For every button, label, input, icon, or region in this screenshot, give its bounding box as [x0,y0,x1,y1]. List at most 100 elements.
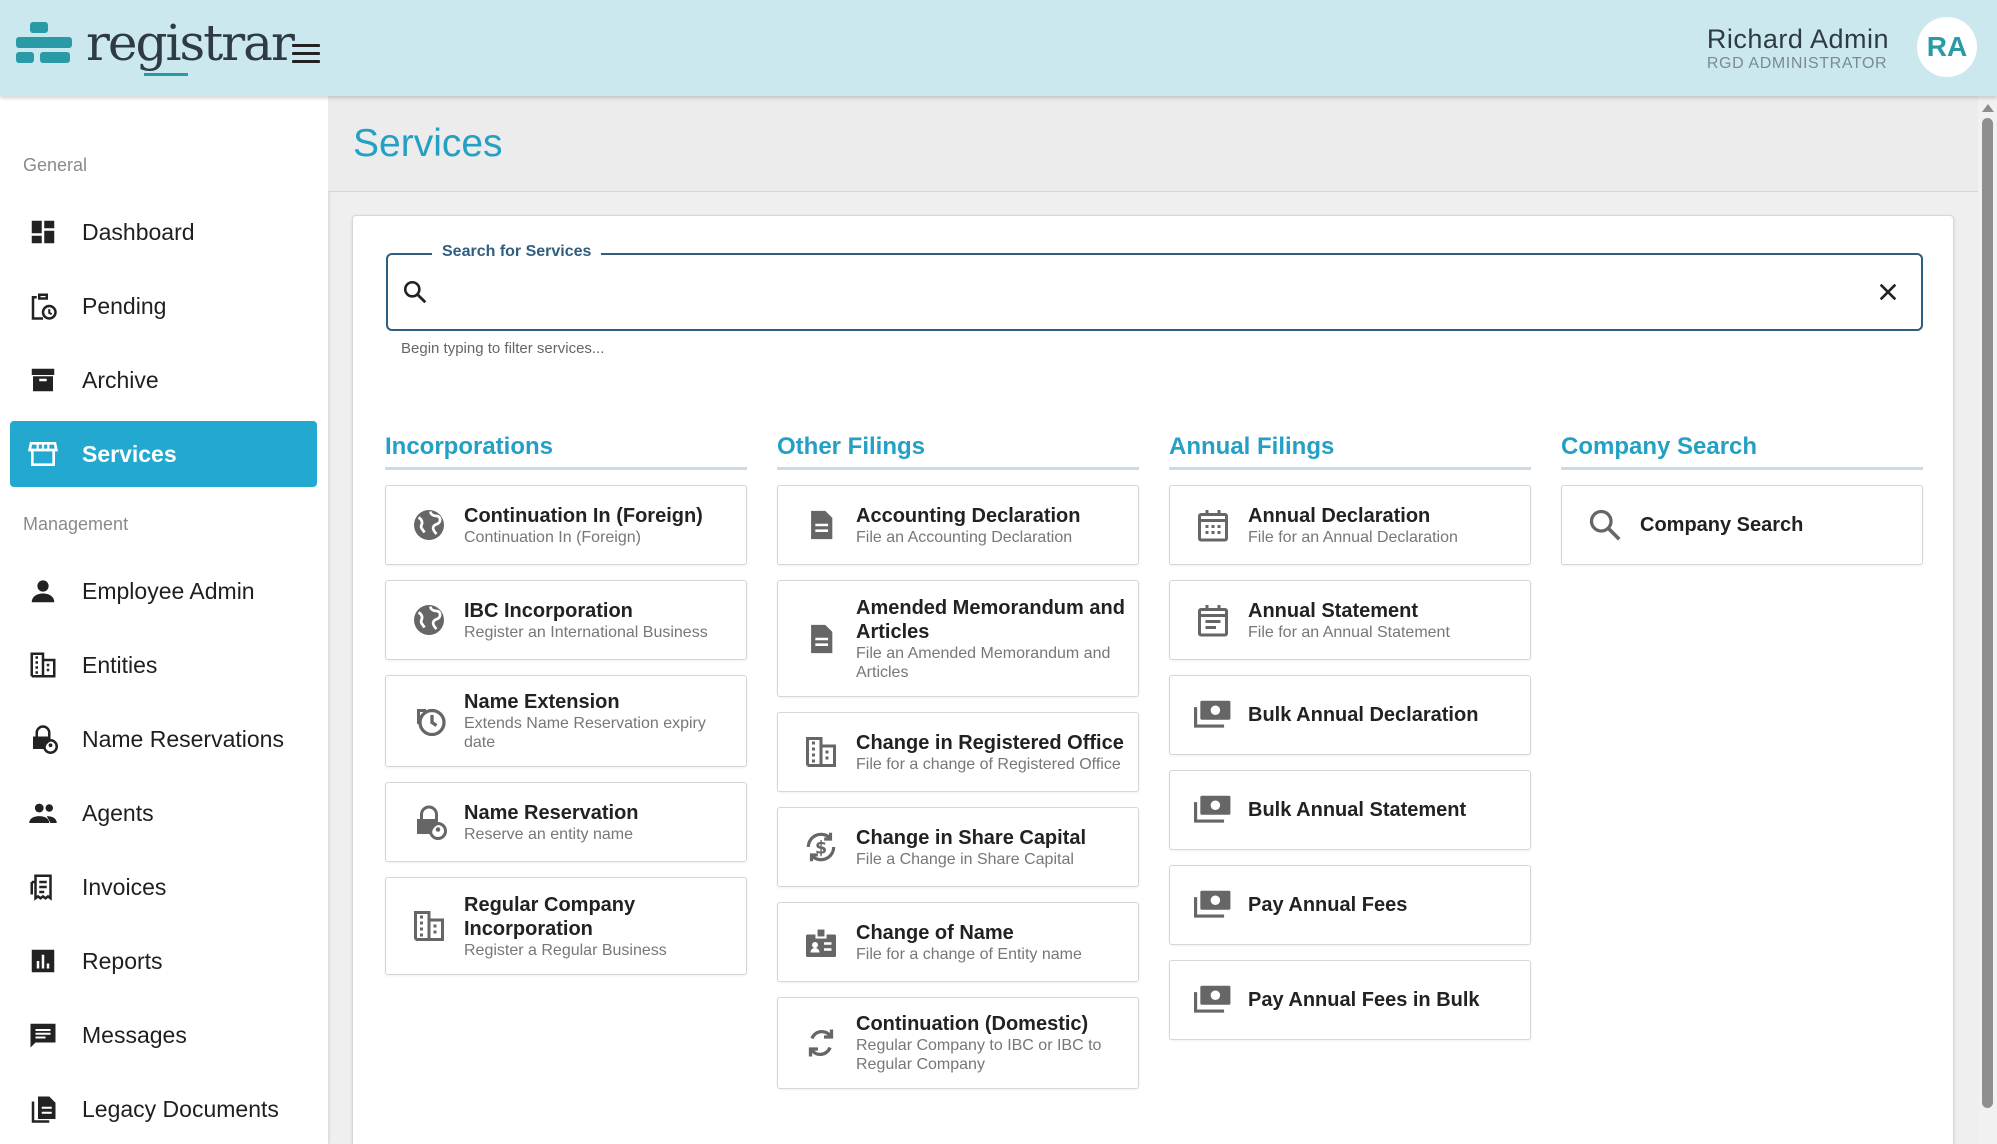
pending-icon [26,289,60,323]
service-name-extension[interactable]: Name Extension Extends Name Reservation … [385,675,747,767]
service-subtitle: Reserve an entity name [464,825,633,843]
globe-icon [410,601,448,639]
sidebar-item-entities[interactable]: Entities [10,632,317,698]
page-title: Services [353,122,503,165]
payments-icon [1194,886,1232,924]
service-continuation-domestic[interactable]: Continuation (Domestic) Regular Company … [777,997,1139,1089]
service-ibc-incorporation[interactable]: IBC Incorporation Register an Internatio… [385,580,747,660]
dashboard-icon [26,215,60,249]
people-icon [26,796,60,830]
service-title: Annual Statement [1248,599,1419,622]
currency-exchange-icon: $ [802,828,840,866]
column-incorporations: Incorporations Continuation In (Foreign)… [385,433,747,975]
service-title: Name Reservation [464,801,639,824]
service-title: Name Extension [464,691,620,713]
svg-text:$: $ [815,838,827,858]
sidebar-item-label: Services [82,440,177,467]
service-title: Bulk Annual Declaration [1248,704,1479,726]
search-icon [1586,506,1624,544]
service-subtitle: File a Change in Share Capital [856,850,1074,868]
service-title: Change in Share Capital [856,826,1087,849]
sidebar-item-employee-admin[interactable]: Employee Admin [10,558,317,624]
service-annual-statement[interactable]: Annual Statement File for an Annual Stat… [1169,580,1531,660]
user-info[interactable]: Richard Admin RGD ADMINISTRATOR [1707,24,1889,73]
registrar-logo[interactable]: registrar [16,18,295,76]
sidebar-item-label: Entities [82,651,158,678]
person-icon [26,574,60,608]
message-icon [26,1018,60,1052]
column-other-filings: Other Filings Accounting Declaration Fil… [777,433,1139,1089]
badge-icon [802,923,840,961]
sidebar-item-name-reservations[interactable]: Name Reservations [10,706,317,772]
sidebar-item-messages[interactable]: Messages [10,1002,317,1068]
page-header: Services [328,96,1978,192]
service-subtitle: File for an Annual Declaration [1248,528,1458,546]
sidebar-item-legacy-documents[interactable]: Legacy Documents [10,1076,317,1142]
sidebar-item-invoices[interactable]: Invoices [10,854,317,920]
service-company-search[interactable]: Company Search [1561,485,1923,565]
sidebar-item-label: Reports [82,947,163,974]
sidebar-item-label: Agents [82,799,154,826]
column-title: Other Filings [777,433,1139,470]
sync-icon [802,1024,840,1062]
history-clock-icon [410,702,448,740]
top-app-bar: registrar Richard Admin RGD ADMINISTRATO… [0,0,1997,96]
service-title: Amended Memorandum and Articles [856,596,1125,643]
event-note-icon [1194,601,1232,639]
payments-icon [1194,981,1232,1019]
sidebar-section-management: Management [23,514,129,534]
service-subtitle: Register an International Business [464,623,708,641]
service-title: IBC Incorporation [464,599,633,622]
service-title: Annual Declaration [1248,504,1431,527]
search-icon[interactable] [402,279,428,310]
vertical-scrollbar[interactable] [1978,96,1997,1144]
bar-chart-icon [26,944,60,978]
sidebar: General Dashboard Pending Archive Servic… [0,96,328,1144]
sidebar-item-services[interactable]: Services [10,421,317,487]
service-bulk-annual-declaration[interactable]: Bulk Annual Declaration [1169,675,1531,755]
scroll-thumb[interactable] [1982,118,1993,1108]
sidebar-item-dashboard[interactable]: Dashboard [10,199,317,265]
menu-icon[interactable] [292,44,320,64]
calendar-icon [1194,506,1232,544]
service-title: Regular Company Incorporation [464,893,636,940]
building-icon [26,648,60,682]
services-card: Search for Services Begin typing to filt… [352,215,1954,1144]
search-input[interactable] [446,269,1846,315]
sidebar-item-label: Employee Admin [82,577,255,604]
payments-icon [1194,696,1232,734]
service-amended-memorandum[interactable]: Amended Memorandum and Articles File an … [777,580,1139,697]
documents-icon [26,1092,60,1126]
sidebar-item-label: Archive [82,366,159,393]
service-pay-annual-fees[interactable]: Pay Annual Fees [1169,865,1531,945]
search-field[interactable]: Search for Services [386,243,1923,331]
sidebar-item-pending[interactable]: Pending [10,273,317,339]
service-title: Change in Registered Office [856,731,1124,754]
service-subtitle: File for a change of Registered Office [856,755,1121,773]
service-bulk-annual-statement[interactable]: Bulk Annual Statement [1169,770,1531,850]
service-name-reservation[interactable]: Name Reservation Reserve an entity name [385,782,747,862]
service-change-registered-office[interactable]: Change in Registered Office File for a c… [777,712,1139,792]
service-subtitle: Register a Regular Business [464,941,667,959]
lock-person-icon [410,803,448,841]
close-icon[interactable] [1877,281,1899,308]
sidebar-item-archive[interactable]: Archive [10,347,317,413]
sidebar-item-reports[interactable]: Reports [10,928,317,994]
logo-underline [144,73,188,76]
service-regular-company-incorporation[interactable]: Regular Company Incorporation Register a… [385,877,747,975]
scroll-up-arrow-icon[interactable] [1982,104,1994,112]
service-title: Change of Name [856,921,1014,944]
avatar[interactable]: RA [1917,17,1977,77]
service-annual-declaration[interactable]: Annual Declaration File for an Annual De… [1169,485,1531,565]
service-accounting-declaration[interactable]: Accounting Declaration File an Accountin… [777,485,1139,565]
service-subtitle: File an Amended Memorandum and Articles [856,644,1111,681]
service-change-of-name[interactable]: Change of Name File for a change of Enti… [777,902,1139,982]
service-pay-annual-fees-bulk[interactable]: Pay Annual Fees in Bulk [1169,960,1531,1040]
sidebar-item-agents[interactable]: Agents [10,780,317,846]
search-label: Search for Services [432,243,602,261]
service-change-share-capital[interactable]: $ Change in Share Capital File a Change … [777,807,1139,887]
column-title: Incorporations [385,433,747,470]
service-continuation-in-foreign[interactable]: Continuation In (Foreign) Continuation I… [385,485,747,565]
service-subtitle: Regular Company to IBC or IBC to Regular… [856,1037,1102,1073]
logo-mark-icon [16,18,72,68]
